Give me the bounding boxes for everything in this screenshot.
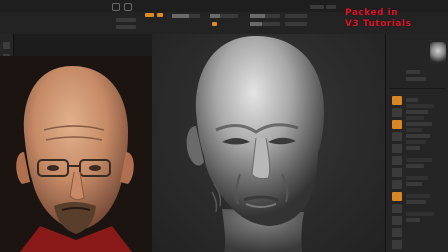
subtool-row[interactable]: [406, 182, 422, 186]
reference-portrait: [0, 56, 152, 252]
watermark: Packed in V3 Tutorials: [345, 8, 445, 30]
subtool-row[interactable]: [406, 122, 432, 126]
subtool-row[interactable]: [406, 128, 422, 132]
aahalf-button[interactable]: [392, 156, 402, 165]
watermark-line-1: Packed in: [345, 8, 399, 18]
subtool-row[interactable]: [406, 98, 418, 102]
subtool-row[interactable]: [406, 116, 424, 120]
subtool-row[interactable]: [406, 176, 428, 180]
focal-shift-slider[interactable]: [250, 14, 280, 18]
floor-button[interactable]: [392, 180, 402, 189]
subtool-row[interactable]: [406, 146, 420, 150]
persp-button[interactable]: [392, 168, 402, 177]
rotate-button[interactable]: [392, 240, 402, 249]
rgb-button[interactable]: [116, 25, 136, 29]
subtool-row[interactable]: [406, 140, 426, 144]
panel-divider: [390, 88, 445, 89]
move-button[interactable]: [392, 228, 402, 237]
tool-row[interactable]: [406, 77, 426, 81]
subtool-row[interactable]: [406, 218, 420, 222]
frame-button[interactable]: [392, 216, 402, 225]
reference-photo: [0, 56, 152, 252]
z-intensity-slider[interactable]: [210, 14, 238, 18]
mrgb-button[interactable]: [116, 18, 136, 22]
total-points-readout: [285, 22, 307, 26]
zadd-button[interactable]: [157, 13, 163, 17]
subtool-row[interactable]: [406, 134, 430, 138]
zoom-button[interactable]: [392, 132, 402, 141]
spix-button[interactable]: [392, 108, 402, 117]
rgb-intensity-slider[interactable]: [172, 14, 200, 18]
draw-mode-button[interactable]: [145, 13, 154, 17]
subtool-row[interactable]: [406, 200, 426, 204]
default-script-button[interactable]: [326, 5, 336, 9]
dynamic-toggle[interactable]: [212, 22, 217, 26]
subtool-row[interactable]: [406, 158, 432, 162]
subtool-row[interactable]: [406, 164, 424, 168]
subtool-row[interactable]: [406, 194, 430, 198]
menu-button[interactable]: [310, 5, 324, 9]
right-tool-panel: [385, 34, 448, 252]
active-points-readout: [285, 14, 307, 18]
stroke-icon[interactable]: [124, 3, 132, 11]
local-button[interactable]: [392, 192, 402, 201]
actual-button[interactable]: [392, 144, 402, 153]
scroll-button[interactable]: [392, 120, 402, 129]
viewport-canvas[interactable]: [152, 34, 385, 252]
subtool-row[interactable]: [406, 110, 428, 114]
watermark-line-2: V3 Tutorials: [345, 19, 412, 29]
tool-thumbnail[interactable]: [430, 42, 446, 64]
draw-size-slider[interactable]: [250, 22, 280, 26]
subtool-row[interactable]: [406, 104, 434, 108]
subtool-row[interactable]: [406, 212, 434, 216]
xyz-button[interactable]: [392, 204, 402, 213]
sculpt-head-render: [186, 36, 324, 252]
tool-row[interactable]: [406, 70, 420, 74]
shelf-tool-button[interactable]: [3, 42, 10, 49]
brush-icon[interactable]: [112, 3, 120, 11]
bpr-button[interactable]: [392, 96, 402, 105]
